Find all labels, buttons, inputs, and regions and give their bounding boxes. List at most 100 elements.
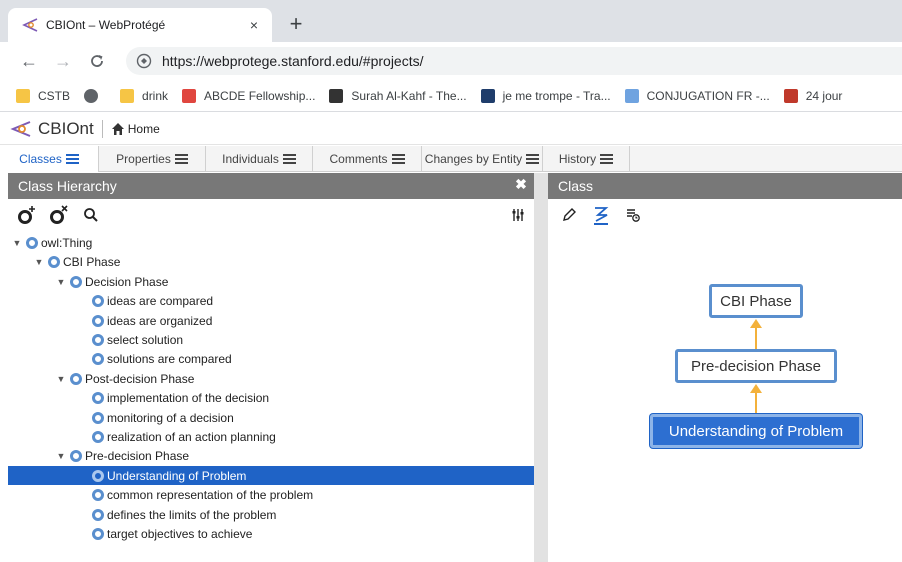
project-name[interactable]: CBIOnt [38,119,94,139]
bookmark-item[interactable]: drink [120,88,169,103]
new-tab-button[interactable]: + [284,11,308,36]
tree-node[interactable]: ▼ Pre-decision Phase [8,446,534,465]
create-class-icon[interactable] [14,202,40,228]
app-header: CBIOnt Home [0,113,902,145]
class-circle-icon [92,333,104,346]
close-panel-icon[interactable]: ✖ [514,176,528,192]
tab-properties[interactable]: Properties [99,146,206,172]
class-circle-icon [92,430,104,443]
tab-menu-icon[interactable] [600,154,614,164]
tab-individuals[interactable]: Individuals [206,146,313,172]
graph-node-cbi-phase[interactable]: CBI Phase [709,284,803,318]
tree-node[interactable]: Understanding of Problem [8,466,534,485]
tree-node-label: select solution [107,332,184,347]
tab-label: History [558,152,597,166]
tree-node-label: solutions are compared [107,351,232,366]
tree-node[interactable]: realization of an action planning [8,427,534,446]
graph-edge-arrowhead [750,384,762,393]
bookmark-label: Surah Al-Kahf - The... [351,88,467,103]
tree-node-label: CBI Phase [63,254,121,269]
browser-tab-title: CBIOnt – WebProtégé [46,18,166,32]
webprotege-logo-icon[interactable] [10,120,32,138]
tab-comments[interactable]: Comments [313,146,422,172]
expand-triangle-icon[interactable]: ▼ [56,277,66,287]
tree-node-label: target objectives to achieve [107,526,253,541]
tree-node[interactable]: select solution [8,330,534,349]
history-list-icon[interactable] [620,202,646,228]
tree-node-label: Post-decision Phase [85,371,195,386]
search-icon[interactable] [78,202,104,228]
bookmark-icon [329,88,344,103]
class-circle-icon [92,352,104,365]
class-hierarchy-toolbar [8,199,534,231]
bookmark-item[interactable]: je me trompe - Tra... [480,88,611,103]
tree-node[interactable]: ▼ owl:Thing [8,233,534,252]
panel-splitter[interactable] [534,173,548,562]
bookmark-label: drink [142,88,169,103]
bookmark-item[interactable]: CSTB [16,88,70,103]
class-circle-icon [92,314,104,327]
bookmark-item[interactable]: CONJUGATION FR -... [624,88,770,103]
tab-menu-icon[interactable] [391,154,405,164]
tab-classes[interactable]: Classes [0,146,99,172]
bookmark-item[interactable]: ABCDE Fellowship... [182,88,315,103]
tab-changes-by-entity[interactable]: Changes by Entity [422,146,543,172]
graph-node-understanding-of-problem[interactable]: Understanding of Problem [650,414,862,448]
tab-menu-icon[interactable] [526,154,540,164]
site-info-icon[interactable] [136,53,152,69]
expand-triangle-icon[interactable]: ▼ [12,238,22,248]
graph-node-pre-decision-phase[interactable]: Pre-decision Phase [675,349,837,383]
edit-pencil-icon[interactable] [556,202,582,228]
expand-triangle-icon[interactable]: ▼ [56,451,66,461]
browser-tab-strip: CBIOnt – WebProtégé × + [0,0,902,42]
header-divider [101,119,103,138]
forward-arrow-icon[interactable]: → [52,50,74,72]
tree-node[interactable]: ideas are organized [8,311,534,330]
graph-view-icon[interactable] [588,202,614,228]
tree-node[interactable]: implementation of the decision [8,388,534,407]
tree-node[interactable]: ▼ CBI Phase [8,252,534,271]
tab-history[interactable]: History [543,146,630,172]
home-icon[interactable] [111,122,125,136]
bookmark-item[interactable]: 24 jour [783,88,842,103]
bookmark-item[interactable]: Surah Al-Kahf - The... [329,88,467,103]
tree-node-label: common representation of the problem [107,487,314,502]
close-tab-icon[interactable]: × [246,17,262,33]
tab-menu-icon[interactable] [174,154,188,164]
tab-menu-icon[interactable] [282,154,296,164]
graph-edge [755,391,757,415]
browser-toolbar: ← → https://webprotege.stanford.edu/#pro… [0,42,902,80]
tree-node[interactable]: common representation of the problem [8,485,534,504]
reload-icon[interactable] [86,50,108,72]
tab-label: Individuals [222,152,279,166]
back-arrow-icon[interactable]: ← [18,50,40,72]
graph-edge-arrowhead [750,319,762,328]
expand-triangle-icon[interactable]: ▼ [34,257,44,267]
hierarchy-settings-icon[interactable] [510,207,526,223]
tree-node[interactable]: ▼ Post-decision Phase [8,369,534,388]
tab-label: Classes [19,152,62,166]
tree-node-label: realization of an action planning [107,429,276,444]
tree-node[interactable]: ▼ Decision Phase [8,272,534,291]
home-link[interactable]: Home [128,122,160,136]
tree-node[interactable]: monitoring of a decision [8,408,534,427]
class-panel-title: Class [558,178,594,194]
bookmark-item[interactable] [84,88,106,103]
class-circle-icon [92,508,104,521]
delete-class-icon[interactable] [46,202,72,228]
class-circle-icon [92,527,104,540]
tree-node-label: ideas are organized [107,313,213,328]
address-bar[interactable]: https://webprotege.stanford.edu/#project… [126,47,902,75]
webprotege-favicon-icon [22,17,38,33]
expand-triangle-icon[interactable]: ▼ [56,374,66,384]
tree-node[interactable]: target objectives to achieve [8,524,534,543]
tab-label: Properties [116,152,171,166]
bookmark-icon [783,88,798,103]
tab-menu-icon[interactable] [65,154,79,164]
browser-tab[interactable]: CBIOnt – WebProtégé × [8,8,272,42]
tree-node[interactable]: defines the limits of the problem [8,505,534,524]
tree-node-label: ideas are compared [107,293,214,308]
tree-node[interactable]: solutions are compared [8,349,534,368]
tree-node-label: defines the limits of the problem [107,507,277,522]
tree-node[interactable]: ideas are compared [8,291,534,310]
